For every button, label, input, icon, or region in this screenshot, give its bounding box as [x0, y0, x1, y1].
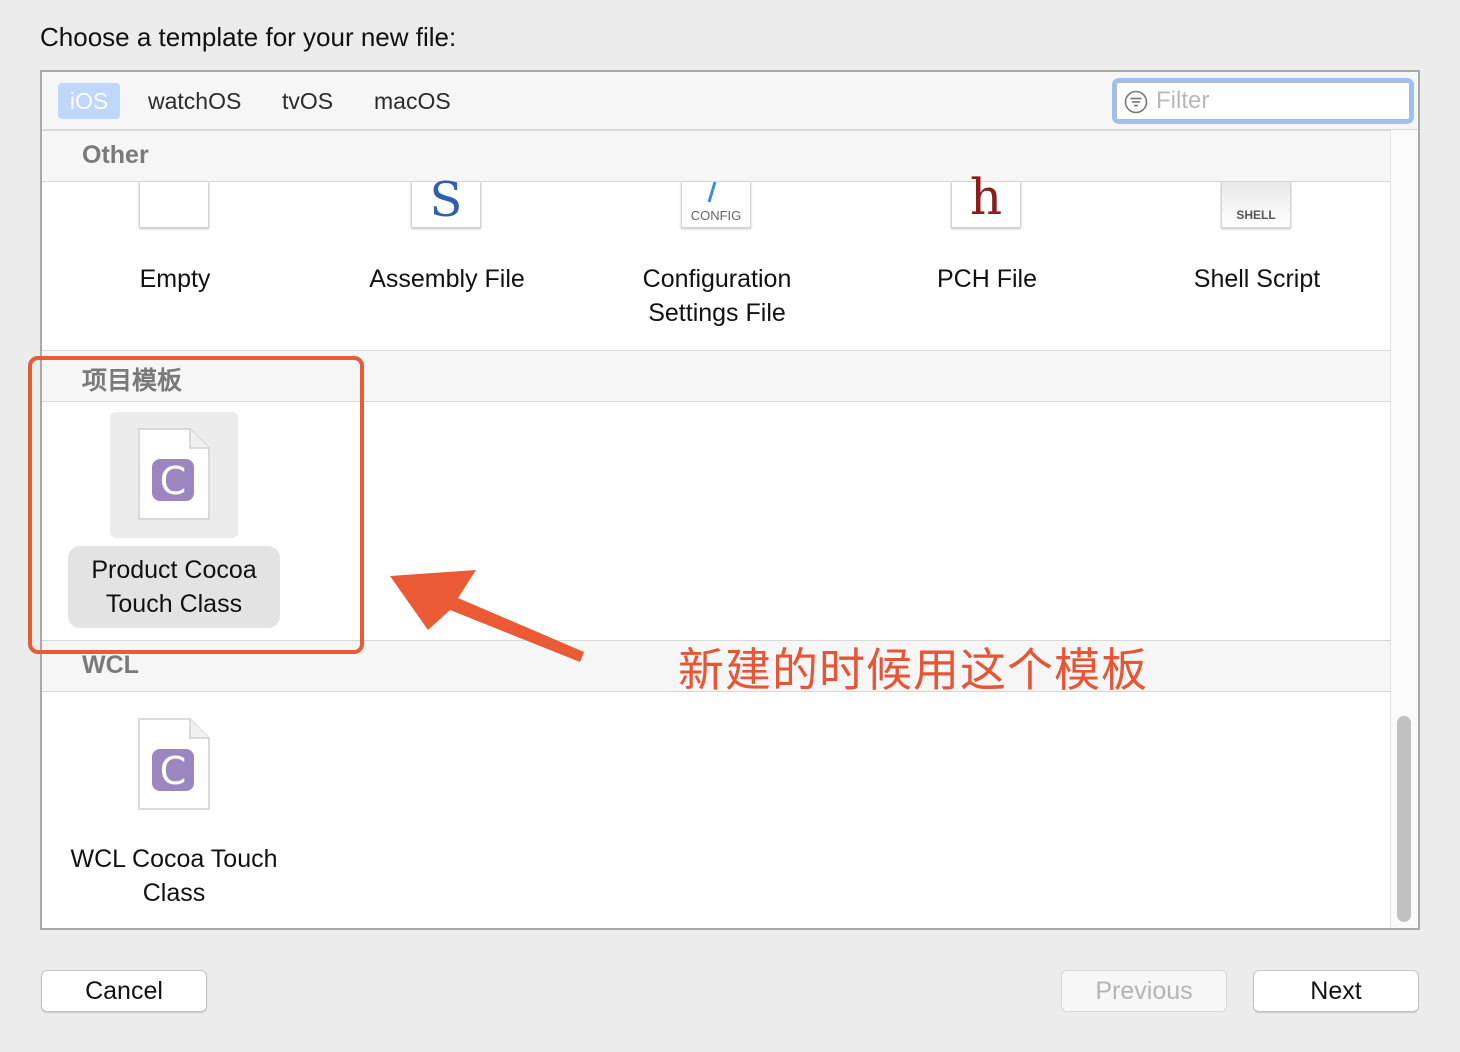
template-assembly-file-label: Assembly File — [369, 265, 525, 293]
template-pch-file-label: PCH File — [936, 265, 1037, 293]
platform-tab-bar: iOS watchOS tvOS macOS — [42, 72, 1418, 130]
template-empty-label: Empty — [139, 265, 211, 293]
empty-file-icon — [139, 182, 209, 228]
config-file-icon: CONFIG — [681, 182, 751, 228]
section-header-other: Other — [42, 130, 1390, 182]
wcl-label-line2: Class — [142, 879, 206, 907]
scrollbar-thumb[interactable] — [1397, 716, 1411, 922]
template-config-label-line2: Settings File — [648, 299, 786, 327]
section-title-wcl: WCL — [82, 651, 139, 679]
template-shell-script-label: Shell Script — [1193, 265, 1321, 293]
shell-file-icon: SHELL — [1221, 182, 1291, 228]
template-list-scrollbar[interactable] — [1390, 130, 1418, 928]
section-title-other: Other — [82, 141, 149, 169]
previous-button[interactable]: Previous — [1061, 970, 1227, 1012]
next-button[interactable]: Next — [1253, 970, 1419, 1012]
pch-glyph: h — [969, 168, 1003, 226]
tab-ios[interactable]: iOS — [58, 83, 120, 119]
template-wcl-cocoa-touch-class[interactable]: C WCL Cocoa Touch Class — [58, 718, 290, 914]
dialog-prompt: Choose a template for your new file: — [40, 22, 457, 52]
tab-watchos[interactable]: watchOS — [138, 83, 251, 119]
filter-input[interactable] — [1156, 86, 1396, 116]
tab-macos[interactable]: macOS — [364, 83, 461, 119]
cancel-button[interactable]: Cancel — [41, 970, 207, 1012]
config-slash-icon — [707, 182, 717, 203]
filter-icon — [1124, 90, 1148, 114]
annotation-highlight-box — [28, 356, 364, 654]
config-glyph-label: CONFIG — [690, 208, 742, 223]
annotation-arrow-icon — [390, 570, 584, 662]
wcl-label-line1: WCL Cocoa Touch — [70, 845, 278, 873]
shell-glyph-label: SHELL — [1236, 208, 1276, 222]
annotation-text: 新建的时候用这个模板 — [678, 643, 1148, 697]
assembly-file-icon: S — [411, 172, 481, 228]
filter-field[interactable] — [1112, 78, 1414, 124]
assembly-glyph: S — [429, 172, 463, 228]
wcl-class-file-icon: C — [138, 718, 210, 810]
svg-text:C: C — [160, 749, 187, 793]
tab-tvos[interactable]: tvOS — [272, 83, 343, 119]
template-config-label-line1: Configuration — [642, 265, 792, 293]
pch-file-icon: h — [951, 168, 1021, 228]
